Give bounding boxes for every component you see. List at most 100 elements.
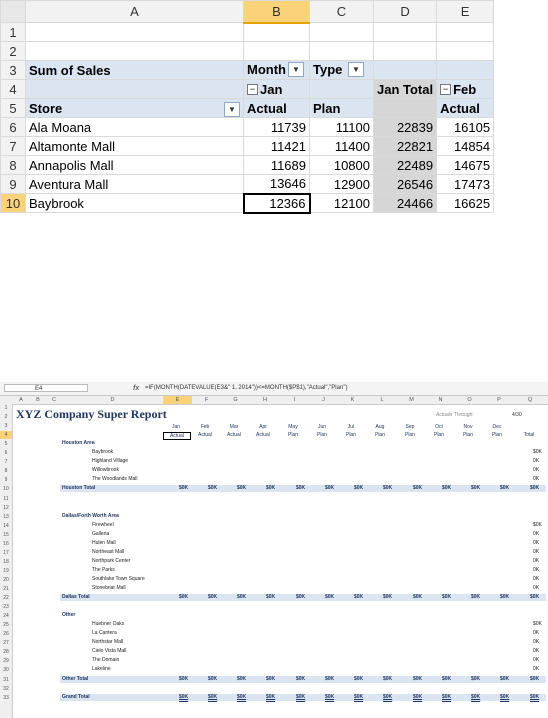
total-row-value[interactable]: $0K [354, 485, 363, 492]
total-row-value[interactable]: $0K [296, 694, 305, 701]
report-store-name[interactable]: Galleria [92, 531, 109, 537]
report-store-name[interactable]: Stonebriar Mall [92, 585, 126, 591]
total-row-value[interactable]: $0K [413, 676, 422, 683]
report-store-total[interactable]: $0K [533, 522, 542, 528]
report-row-header[interactable]: 30 [0, 666, 12, 674]
month-field-header[interactable]: Month ▼ [243, 60, 310, 80]
report-row-header[interactable]: 15 [0, 531, 12, 539]
col-header-e[interactable]: E [436, 0, 495, 23]
report-row-header[interactable]: 4 [0, 431, 12, 440]
report-row-header[interactable]: 3 [0, 422, 12, 430]
row-header[interactable]: 2 [0, 41, 26, 61]
col-header-d[interactable]: D [372, 0, 438, 23]
col-header-b[interactable]: B [243, 0, 310, 24]
report-row-header[interactable]: 32 [0, 685, 12, 693]
report-store-total[interactable]: 0K [533, 657, 539, 663]
actual-cell[interactable]: 11739 [243, 117, 310, 137]
feb-actual-cell[interactable]: 14675 [436, 155, 495, 175]
report-store-name[interactable]: Lakeline [92, 666, 111, 672]
total-row-value[interactable]: $0K [296, 676, 305, 683]
row-header[interactable]: 7 [0, 136, 26, 156]
total-row-value[interactable]: $0K [266, 485, 275, 492]
plan-cell[interactable]: 12100 [309, 193, 374, 213]
report-row-header[interactable]: 16 [0, 540, 12, 548]
total-row-value[interactable]: $0K [500, 694, 509, 701]
month-filter-dropdown-icon[interactable]: ▼ [287, 62, 304, 78]
total-row-value[interactable]: $0K [413, 485, 422, 492]
report-col-header[interactable]: I [280, 396, 309, 404]
report-col-header[interactable]: L [367, 396, 397, 404]
report-type-header[interactable]: Actual [192, 432, 218, 438]
cell[interactable] [25, 79, 244, 99]
jan-total-cell[interactable]: 22489 [372, 155, 438, 175]
feb-actual-cell[interactable]: 16625 [436, 193, 495, 213]
report-col-header[interactable]: O [455, 396, 484, 404]
report-store-total[interactable]: 0K [533, 585, 539, 591]
report-store-total[interactable]: 0K [533, 467, 539, 473]
report-store-name[interactable]: The Parks [92, 567, 115, 573]
report-col-header[interactable]: A [12, 396, 30, 404]
select-all-corner[interactable] [0, 0, 26, 23]
total-row-value[interactable]: $0K [442, 676, 451, 683]
store-cell[interactable]: Ala Moana [25, 117, 244, 137]
store-cell[interactable]: Annapolis Mall [25, 155, 244, 175]
total-row-value[interactable]: $0K [325, 485, 334, 492]
report-row-header[interactable]: 17 [0, 549, 12, 557]
total-row-value[interactable]: $0K [383, 485, 392, 492]
report-row-header[interactable]: 11 [0, 495, 12, 503]
report-row-header[interactable]: 7 [0, 458, 12, 466]
cell[interactable] [372, 98, 438, 118]
actuals-through-date[interactable]: 4/30 [512, 412, 522, 418]
jan-total-header[interactable]: Jan Total [372, 79, 438, 99]
feb-group-header[interactable]: − Feb [436, 79, 495, 99]
total-row-value[interactable]: $0K [500, 594, 509, 601]
total-row-value[interactable]: $0K [442, 485, 451, 492]
store-filter-dropdown-icon[interactable]: ▼ [224, 102, 240, 117]
jan-total-cell[interactable]: 26546 [372, 174, 438, 194]
cell[interactable] [243, 41, 310, 61]
report-row-header[interactable]: 26 [0, 630, 12, 638]
actual-header[interactable]: Actual [243, 98, 310, 118]
report-store-name[interactable]: Northstar Mall [92, 639, 123, 645]
total-row-value[interactable]: $0K [530, 594, 539, 601]
report-store-total[interactable]: 0K [533, 567, 539, 573]
report-row-header[interactable]: 19 [0, 567, 12, 575]
report-row-header[interactable]: 33 [0, 694, 12, 702]
report-col-header[interactable]: P [484, 396, 514, 404]
row-header[interactable]: 9 [0, 174, 26, 194]
report-store-total[interactable]: $0K [533, 621, 542, 627]
type-filter-dropdown-icon[interactable]: ▼ [348, 62, 365, 78]
total-row-value[interactable]: $0K [383, 694, 392, 701]
fx-icon[interactable]: fx [133, 382, 139, 395]
cell[interactable] [436, 41, 495, 61]
total-row-value[interactable]: $0K [266, 594, 275, 601]
row-header[interactable]: 4 [0, 79, 26, 99]
type-field-header[interactable]: Type ▼ [309, 60, 374, 80]
report-type-header[interactable]: Plan [397, 432, 423, 438]
report-col-header[interactable]: Q [514, 396, 546, 404]
row-header[interactable]: 5 [0, 98, 26, 118]
plan-cell[interactable]: 11400 [309, 136, 374, 156]
cell[interactable] [372, 60, 438, 80]
cell[interactable] [372, 41, 438, 61]
report-store-total[interactable]: 0K [533, 648, 539, 654]
cell[interactable] [243, 22, 310, 42]
col-header-c[interactable]: C [309, 0, 374, 23]
total-row-value[interactable]: $0K [530, 485, 539, 492]
report-row-header[interactable]: 9 [0, 476, 12, 484]
report-type-header[interactable]: Actual [221, 432, 247, 438]
total-row-value[interactable]: $0K [471, 594, 480, 601]
cell[interactable] [372, 22, 438, 42]
report-store-name[interactable]: Highland Village [92, 458, 128, 464]
collapse-feb-icon[interactable]: − [440, 83, 452, 95]
report-store-name[interactable]: The Woodlands Mall [92, 476, 138, 482]
active-cell[interactable]: 12366 [242, 192, 311, 214]
total-row-value[interactable]: $0K [500, 676, 509, 683]
total-row-value[interactable]: $0K [442, 594, 451, 601]
report-row-header[interactable]: 29 [0, 657, 12, 665]
total-row-value[interactable]: $0K [354, 694, 363, 701]
total-row-value[interactable]: $0K [325, 694, 334, 701]
report-store-total[interactable]: 0K [533, 639, 539, 645]
total-row-value[interactable]: $0K [179, 676, 188, 683]
row-header[interactable]: 3 [0, 60, 26, 80]
